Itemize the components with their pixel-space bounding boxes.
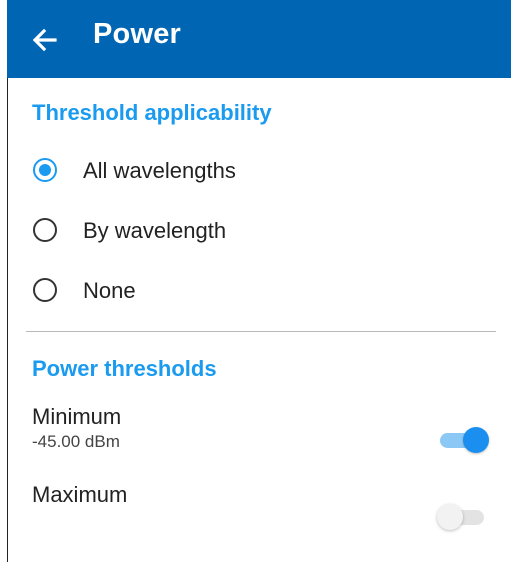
radio-all-wavelengths[interactable]: All wavelengths — [33, 146, 473, 194]
back-button[interactable] — [29, 24, 61, 56]
page-title: Power — [93, 18, 182, 50]
radio-unselected-icon — [33, 218, 57, 242]
minimum-value: -45.00 dBm — [32, 432, 120, 451]
radio-unselected-icon — [33, 278, 57, 302]
minimum-label: Minimum — [32, 404, 122, 429]
maximum-toggle[interactable] — [435, 502, 491, 532]
window-edge — [7, 0, 8, 562]
minimum-toggle[interactable] — [435, 425, 491, 455]
radio-label-all-wavelengths: All wavelengths — [83, 158, 236, 183]
radio-by-wavelength[interactable]: By wavelength — [33, 206, 473, 254]
toggle-thumb — [437, 504, 463, 530]
radio-label-none: None — [83, 278, 136, 303]
app-bar: Power — [7, 0, 511, 78]
maximum-threshold-row[interactable]: Maximum — [32, 482, 496, 538]
section-divider — [26, 331, 496, 332]
power-thresholds-heading: Power thresholds — [32, 356, 217, 381]
radio-none[interactable]: None — [33, 266, 473, 314]
radio-label-by-wavelength: By wavelength — [83, 218, 227, 243]
maximum-label: Maximum — [32, 482, 128, 507]
toggle-thumb — [463, 427, 489, 453]
radio-selected-icon — [33, 158, 57, 182]
threshold-applicability-heading: Threshold applicability — [32, 100, 272, 125]
minimum-threshold-row[interactable]: Minimum -45.00 dBm — [32, 404, 496, 460]
arrow-left-icon — [32, 28, 57, 52]
